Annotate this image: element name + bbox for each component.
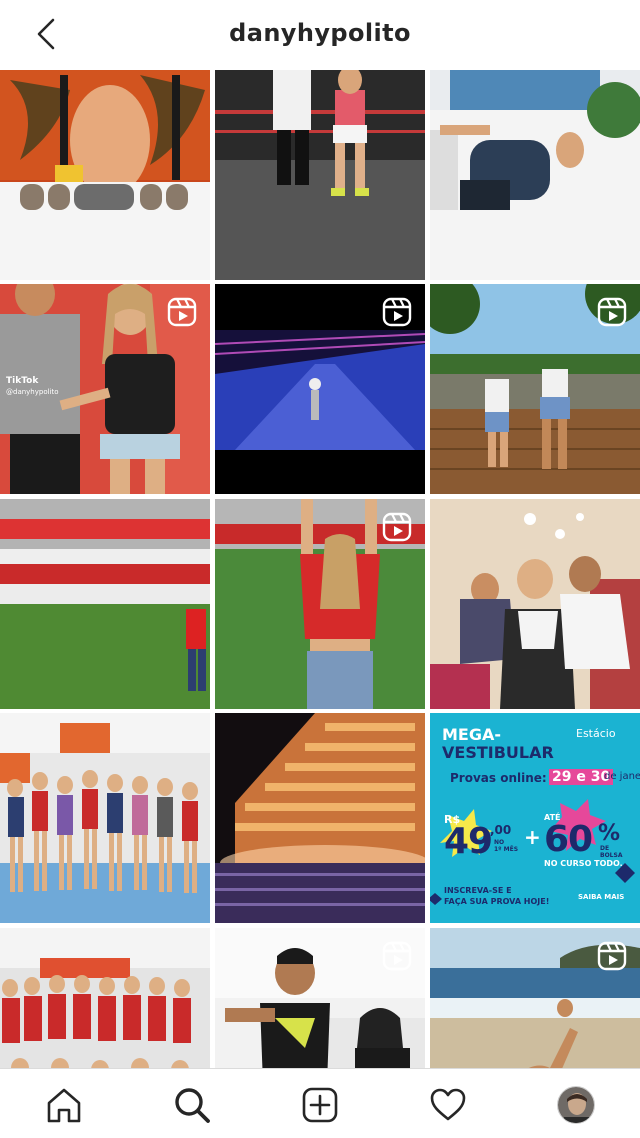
post-thumbnail[interactable] [215,928,425,1068]
nav-new-post[interactable] [298,1083,342,1127]
heart-icon [430,1088,466,1121]
post-thumbnail[interactable] [0,499,210,709]
post-thumbnail[interactable] [215,284,425,494]
new-post-icon [302,1087,338,1123]
promo-percent: % [598,821,621,846]
post-thumbnail[interactable] [430,70,640,280]
tiktok-handle: @danyhypolito [6,388,59,396]
nav-home[interactable] [42,1083,86,1127]
promo-price-cents: ,00 [490,823,512,837]
post-thumbnail[interactable] [0,928,210,1068]
promo-saiba-mais: SAIBA MAIS [578,893,625,901]
search-icon [175,1088,210,1123]
reel-icon [167,297,197,327]
post-image [215,70,425,280]
promo-cta-2: FAÇA SUA PROVA HOJE! [444,897,550,906]
post-thumbnail[interactable]: TikTok @danyhypolito [0,284,210,494]
tiktok-watermark: TikTok [6,376,39,386]
promo-brand: Estácio [576,727,616,740]
promo-headline-2: VESTIBULAR [442,743,554,762]
post-thumbnail[interactable] [430,499,640,709]
promo-price-note-1: NO [494,839,505,846]
promo-price-note-2: 1º MÊS [494,846,519,853]
avatar [557,1086,595,1124]
reel-icon [382,297,412,327]
post-image [430,70,640,280]
post-thumbnail[interactable] [430,284,640,494]
reel-icon [597,941,627,971]
post-image [215,713,425,923]
post-image [0,499,210,709]
bottom-navigation [0,1068,640,1138]
post-thumbnail[interactable] [215,713,425,923]
post-image [430,499,640,709]
promo-course-note: NO CURSO TODO. [544,859,623,868]
post-thumbnail[interactable] [0,70,210,280]
promo-cta-1: INSCREVA-SE E [444,886,512,895]
reel-icon [597,297,627,327]
nav-activity[interactable] [426,1083,470,1127]
post-thumbnail[interactable] [215,70,425,280]
posts-grid: TikTok @danyhypolito MEGA- VESTIBULAR Es… [0,68,640,1068]
nav-profile[interactable] [554,1083,598,1127]
reel-icon [382,941,412,971]
promo-provas: Provas online: [450,771,547,785]
post-thumbnail[interactable] [430,928,640,1068]
post-image [0,713,210,923]
promo-post[interactable]: MEGA- VESTIBULAR Estácio Provas online: … [430,713,640,923]
promo-headline-1: MEGA- [442,725,502,744]
home-icon [47,1088,81,1123]
post-thumbnail[interactable] [215,499,425,709]
post-image [0,70,210,280]
profile-username: danyhypolito [229,19,411,47]
top-bar: danyhypolito [0,0,640,68]
promo-discount-note-2: BOLSA [600,852,623,859]
nav-search[interactable] [170,1083,214,1127]
promo-plus: + [524,825,541,849]
promo-dates-suffix: de janeiro. [604,771,640,782]
post-image [0,928,210,1068]
promo-discount-note-1: DE [600,845,610,852]
promo-discount: 60 [544,819,593,860]
promo-price: 49 [444,821,493,862]
reel-icon [382,512,412,542]
post-thumbnail[interactable] [0,713,210,923]
